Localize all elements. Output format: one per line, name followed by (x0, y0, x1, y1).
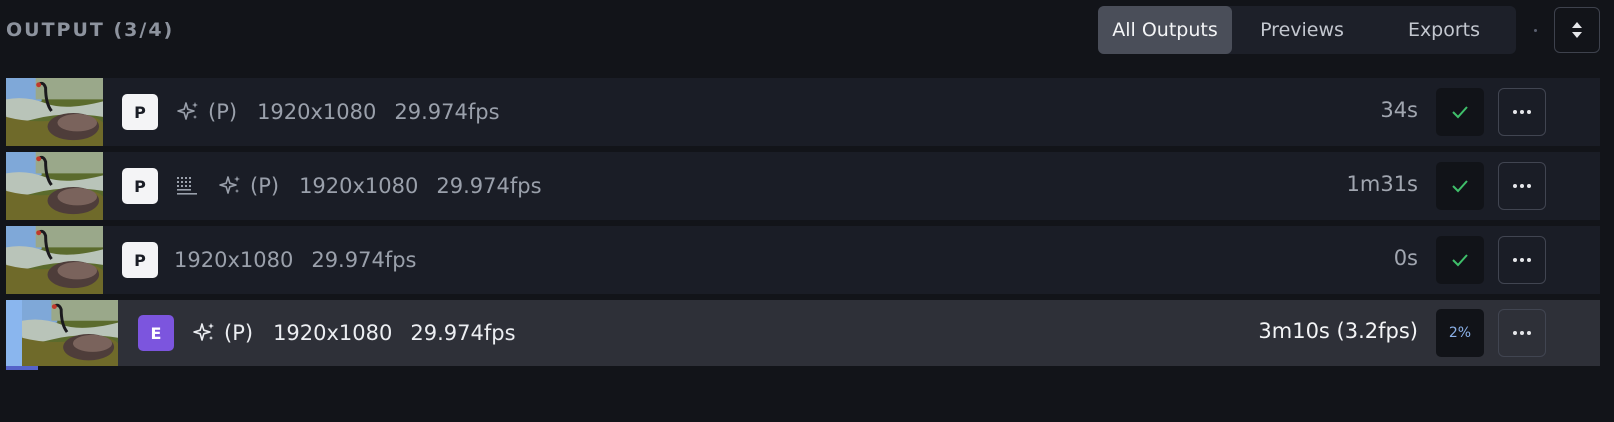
enhance-label: (P) (224, 321, 254, 345)
duration-text: 34s (1380, 98, 1418, 122)
tab-previews[interactable]: Previews (1232, 6, 1372, 54)
duration-text: 1m31s (1346, 172, 1418, 196)
output-row-active[interactable]: E (P) 1920x1080 29.974fps 3m10s (3.2fps)… (6, 300, 1600, 370)
fps-text: 29.974fps (410, 321, 516, 345)
panel-title: OUTPUT (3/4) (6, 19, 175, 41)
enhance-label: (P) (250, 174, 280, 198)
video-thumbnail (6, 226, 103, 294)
sort-updown-icon (1572, 22, 1582, 38)
grid-lines-icon (176, 175, 198, 197)
fps-text: 29.974fps (436, 174, 542, 198)
more-horizontal-icon (1513, 258, 1531, 262)
sparkles-icon (192, 321, 216, 345)
fps-text: 29.974fps (311, 248, 417, 272)
fps-text: 29.974fps (394, 100, 500, 124)
separator-dot (1534, 29, 1537, 32)
resolution-text: 1920x1080 (174, 248, 294, 272)
resolution-text: 1920x1080 (299, 174, 419, 198)
check-icon (1452, 106, 1468, 119)
video-thumbnail (6, 78, 103, 146)
output-meta: (P) 1920x1080 29.974fps (176, 98, 500, 126)
video-thumbnail (22, 300, 118, 366)
output-meta: (P) 1920x1080 29.974fps (176, 172, 542, 200)
more-horizontal-icon (1513, 110, 1531, 114)
output-row[interactable]: P 1920x1080 29.974fps 0s (6, 226, 1600, 294)
progress-bar (6, 366, 38, 370)
output-meta: (P) 1920x1080 29.974fps (192, 319, 516, 347)
row-more-button[interactable] (1498, 88, 1546, 136)
output-row[interactable]: P (P) 1920x1080 29.974fps 1m31s (6, 152, 1600, 220)
duration-text: 0s (1393, 246, 1418, 270)
duration-text: 3m10s (3.2fps) (1258, 319, 1418, 343)
sparkles-icon (176, 100, 200, 124)
processing-stripe (6, 300, 22, 366)
output-panel: OUTPUT (3/4) All Outputs Previews Export… (0, 0, 1614, 422)
sparkles-icon (218, 174, 242, 198)
preset-badge: P (122, 94, 158, 130)
progress-percent: 2% (1448, 325, 1472, 341)
tab-exports[interactable]: Exports (1372, 6, 1516, 54)
status-indicator (1436, 88, 1484, 136)
enhance-label: (P) (208, 100, 238, 124)
preset-badge: P (122, 168, 158, 204)
preset-badge: P (122, 242, 158, 278)
more-horizontal-icon (1513, 331, 1531, 335)
output-meta: 1920x1080 29.974fps (174, 246, 416, 274)
status-indicator: 2% (1436, 309, 1484, 357)
status-indicator (1436, 162, 1484, 210)
check-icon (1452, 180, 1468, 193)
row-more-button[interactable] (1498, 309, 1546, 357)
check-icon (1452, 254, 1468, 267)
row-more-button[interactable] (1498, 162, 1546, 210)
sort-button[interactable] (1554, 7, 1600, 53)
export-badge: E (138, 315, 174, 351)
output-row[interactable]: P (P) 1920x1080 29.974fps 34s (6, 78, 1600, 146)
output-filter-tabs: All Outputs Previews Exports (1098, 6, 1516, 54)
resolution-text: 1920x1080 (273, 321, 393, 345)
resolution-text: 1920x1080 (257, 100, 377, 124)
status-indicator (1436, 236, 1484, 284)
tab-all-outputs[interactable]: All Outputs (1098, 6, 1232, 54)
row-more-button[interactable] (1498, 236, 1546, 284)
more-horizontal-icon (1513, 184, 1531, 188)
video-thumbnail (6, 152, 103, 220)
